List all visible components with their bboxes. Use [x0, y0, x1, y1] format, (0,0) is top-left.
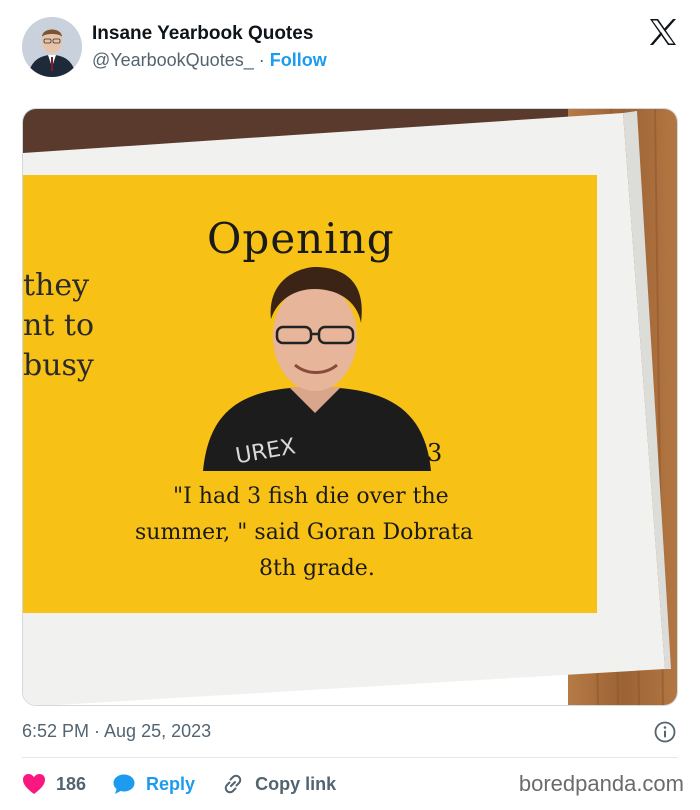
yearbook-page-photo: they nt to busy Opening UREX 3 "I had 3 …: [23, 109, 677, 705]
page-number-fragment: 3: [427, 439, 442, 467]
copy-link-label: Copy link: [255, 773, 337, 794]
fragment-nt-to: nt to: [23, 308, 94, 343]
separator-dot: ·: [258, 50, 265, 70]
author-avatar[interactable]: [22, 17, 82, 77]
avatar-photo-icon: [22, 17, 82, 77]
student-portrait: UREX: [203, 267, 433, 471]
like-count: 186: [56, 773, 87, 794]
link-icon: [224, 774, 242, 794]
divider: [22, 757, 678, 758]
author-display-name[interactable]: Insane Yearbook Quotes: [92, 22, 327, 46]
quote-line-2: summer, " said Goran Dobrata: [135, 520, 473, 545]
author-handle-row: @YearbookQuotes_ · Follow: [92, 48, 327, 72]
info-icon[interactable]: [654, 721, 676, 743]
quote-line-3: 8th grade.: [259, 556, 375, 581]
tweet-timestamp[interactable]: 6:52 PM · Aug 25, 2023: [22, 719, 211, 743]
reply-bubble-icon: [113, 774, 135, 794]
follow-button[interactable]: Follow: [270, 50, 327, 70]
fragment-busy: busy: [23, 348, 94, 383]
tweet-actions: 186 Reply Copy link: [22, 770, 362, 798]
heart-icon: [23, 774, 45, 794]
like-button[interactable]: 186: [22, 773, 86, 795]
fragment-they: they: [23, 268, 89, 303]
author-handle[interactable]: @YearbookQuotes_: [92, 50, 254, 70]
reply-button[interactable]: Reply: [112, 773, 195, 795]
x-logo-icon[interactable]: [648, 18, 678, 46]
copy-link-button[interactable]: Copy link: [221, 773, 336, 795]
tweet-media-photo[interactable]: they nt to busy Opening UREX 3 "I had 3 …: [22, 108, 678, 706]
boredpanda-watermark: boredpanda.com: [518, 771, 684, 796]
tweet-header: Insane Yearbook Quotes @YearbookQuotes_ …: [0, 0, 700, 100]
author-block: Insane Yearbook Quotes @YearbookQuotes_ …: [92, 22, 327, 72]
page-heading: Opening: [207, 214, 395, 263]
reply-label: Reply: [146, 773, 196, 794]
quote-line-1: "I had 3 fish die over the: [173, 484, 449, 509]
